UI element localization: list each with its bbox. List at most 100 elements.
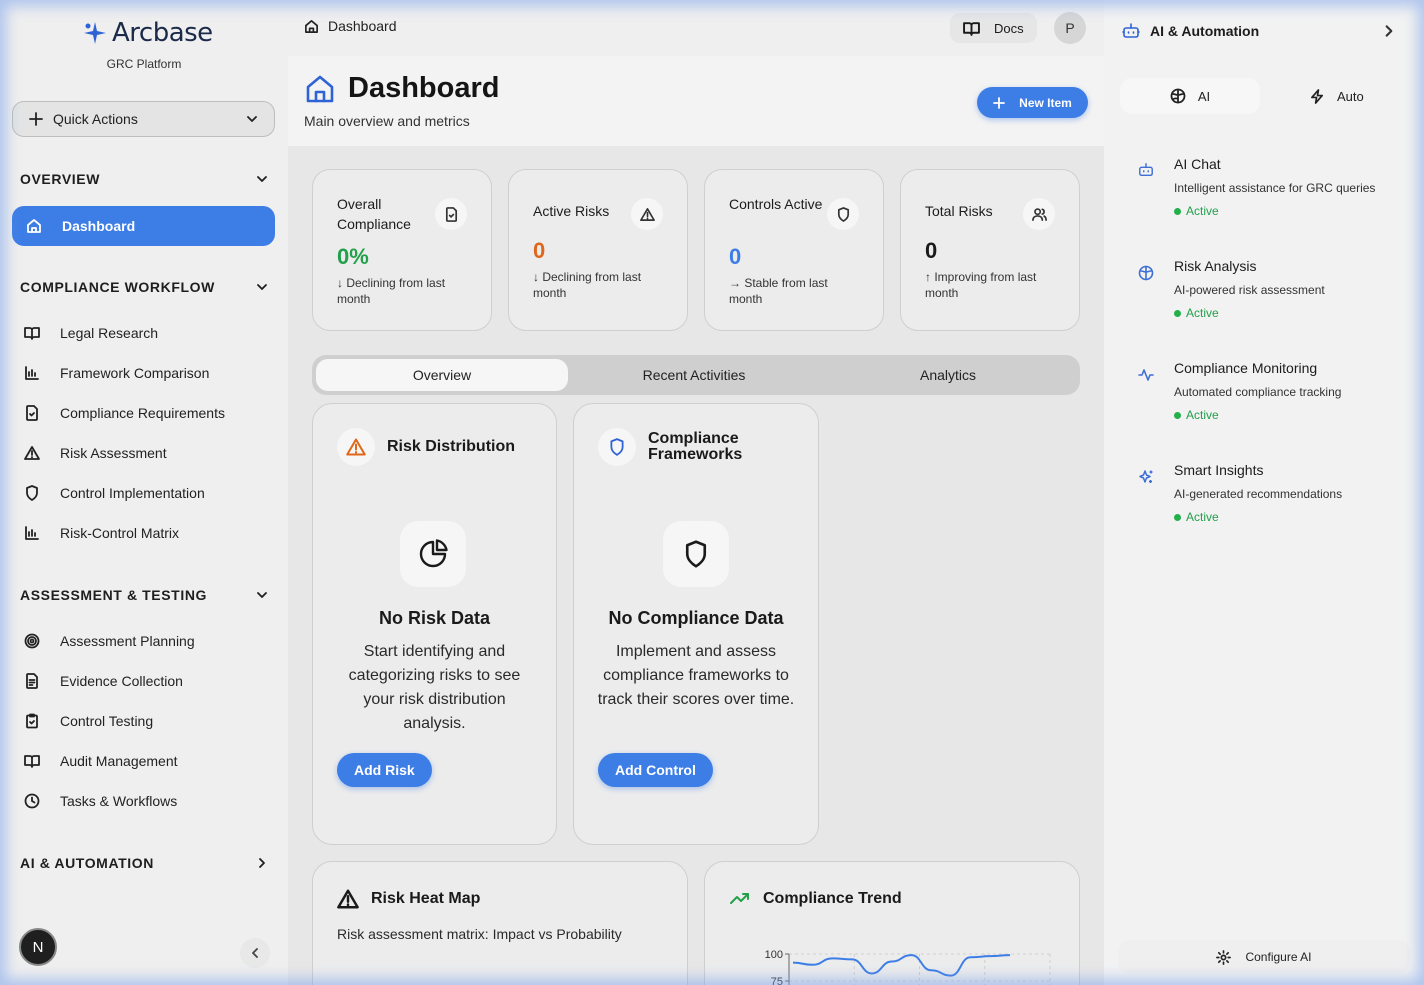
section-title: OVERVIEW	[20, 171, 101, 187]
chevron-left-icon	[252, 948, 258, 958]
feature-status: Active	[1174, 306, 1325, 320]
sidebar-item-label: Risk-Control Matrix	[60, 525, 180, 541]
collapse-panel-button[interactable]	[1382, 24, 1396, 38]
clock-icon	[24, 793, 40, 809]
book-icon	[24, 327, 40, 340]
trend-line	[792, 954, 1011, 977]
tab-overview[interactable]: Overview	[316, 359, 568, 391]
sidebar-item-risk-control-matrix[interactable]: Risk-Control Matrix	[24, 525, 179, 541]
sidebar-item-label: Framework Comparison	[60, 365, 210, 381]
top-bar: Dashboard Docs P	[288, 0, 1104, 56]
card-title: Compliance Trend	[763, 890, 902, 907]
configure-label: Configure AI	[1245, 950, 1312, 964]
sidebar-item-label: Audit Management	[60, 753, 178, 769]
feature-description: AI-generated recommendations	[1174, 487, 1343, 501]
stat-card-total-risks: Total Risks 0 ↑ Improving from last mont…	[900, 169, 1080, 331]
stat-label: Total Risks	[925, 203, 993, 219]
card-header: Risk Distribution	[337, 428, 515, 466]
y-tick-label: 75	[771, 976, 783, 985]
plus-icon	[993, 96, 1006, 109]
docs-button[interactable]: Docs	[950, 13, 1037, 43]
feature-compliance-monitoring[interactable]: Compliance Monitoring Automated complian…	[1174, 360, 1341, 422]
empty-state-text: Implement and assess compliance framewor…	[597, 643, 795, 708]
tab-analytics[interactable]: Analytics	[820, 359, 1076, 391]
chevron-down-icon	[257, 176, 267, 182]
warning-icon	[631, 198, 663, 230]
stat-value: 0	[925, 238, 938, 263]
sidebar-item-control-testing[interactable]: Control Testing	[24, 713, 153, 729]
stat-label: Active Risks	[533, 203, 610, 219]
sidebar-item-label: Control Implementation	[60, 485, 205, 501]
users-icon	[1023, 198, 1055, 230]
section-ai-automation[interactable]: AI & AUTOMATION	[20, 855, 268, 871]
section-compliance-workflow[interactable]: COMPLIANCE WORKFLOW	[20, 279, 268, 295]
sidebar-item-control-implementation[interactable]: Control Implementation	[24, 485, 205, 501]
file-text-icon	[26, 673, 38, 689]
compliance-frameworks-card: Compliance Frameworks No Compliance Data…	[573, 403, 819, 845]
feature-title: AI Chat	[1174, 156, 1221, 172]
sidebar-item-risk-assessment[interactable]: Risk Assessment	[24, 445, 167, 461]
stat-trend: ↑ Improving from last month	[925, 270, 1037, 300]
risk-heat-map-card: Risk Heat Map Risk assessment matrix: Im…	[312, 861, 688, 985]
configure-ai-button[interactable]: Configure AI	[1118, 940, 1410, 974]
new-item-label: New Item	[1019, 95, 1072, 110]
feature-risk-analysis[interactable]: Risk Analysis AI-powered risk assessment…	[1174, 258, 1325, 320]
page-subtitle: Main overview and metrics	[304, 113, 470, 129]
stat-trend: → Stable from last month	[729, 276, 828, 306]
zap-icon	[1311, 88, 1324, 104]
collapse-sidebar-button[interactable]	[240, 938, 270, 968]
stat-card-active-risks: Active Risks 0 ↓ Declining from last mon…	[508, 169, 688, 331]
new-item-button[interactable]: New Item	[977, 87, 1088, 118]
quick-actions-button[interactable]: Quick Actions	[12, 101, 275, 137]
tab-recent-activities[interactable]: Recent Activities	[568, 359, 820, 391]
feature-smart-insights[interactable]: Smart Insights AI-generated recommendati…	[1174, 462, 1342, 524]
add-control-button[interactable]: Add Control	[598, 753, 713, 787]
page-header: Dashboard Main overview and metrics New …	[288, 56, 1104, 146]
card-title: Risk Distribution	[387, 438, 516, 455]
feature-ai-chat[interactable]: AI Chat Intelligent assistance for GRC q…	[1174, 156, 1375, 218]
bot-icon	[1138, 162, 1154, 178]
bot-icon	[1122, 23, 1140, 38]
chevron-right-icon	[1385, 25, 1393, 37]
shield-icon	[598, 428, 636, 466]
tab-auto[interactable]: Auto	[1310, 78, 1364, 114]
chevron-down-icon	[257, 592, 267, 598]
section-overview[interactable]: OVERVIEW	[20, 171, 268, 187]
sidebar-item-audit-management[interactable]: Audit Management	[24, 753, 178, 769]
sidebar-item-label: Evidence Collection	[60, 673, 183, 689]
sidebar-item-framework-comparison[interactable]: Framework Comparison	[24, 365, 209, 381]
user-avatar[interactable]: N	[19, 928, 57, 966]
add-risk-button[interactable]: Add Risk	[337, 753, 432, 787]
status-label: Active	[1186, 204, 1219, 218]
clipboard-check-icon	[26, 713, 38, 729]
risk-distribution-card: Risk Distribution No Risk Data Start ide…	[312, 403, 557, 845]
empty-state-title: No Risk Data	[378, 608, 491, 628]
file-check-icon	[26, 405, 38, 421]
chevron-down-icon	[247, 116, 257, 122]
brand-logo[interactable]: Arcbase	[82, 18, 213, 48]
panel-tabs: AI Auto	[1120, 78, 1408, 114]
sidebar-item-dashboard[interactable]: Dashboard	[12, 206, 275, 246]
feature-status: Active	[1174, 510, 1342, 524]
book-icon	[24, 755, 40, 768]
chevron-down-icon	[257, 284, 267, 290]
sidebar-item-assessment-planning[interactable]: Assessment Planning	[24, 633, 195, 649]
card-title: Compliance Frameworks	[648, 430, 743, 463]
tab-ai[interactable]: AI	[1120, 78, 1260, 114]
section-title: COMPLIANCE WORKFLOW	[20, 279, 215, 295]
sidebar-item-legal-research[interactable]: Legal Research	[24, 325, 158, 341]
section-assessment-testing[interactable]: ASSESSMENT & TESTING	[20, 587, 268, 603]
card-subtitle: Risk assessment matrix: Impact vs Probab…	[337, 926, 622, 942]
stat-card-controls-active: Controls Active 0 → Stable from last mon…	[704, 169, 884, 331]
brain-icon	[1138, 265, 1154, 281]
tab-label: AI	[1197, 88, 1211, 104]
empty-state-text: Start identifying and categorizing risks…	[348, 643, 521, 732]
sidebar-item-tasks-workflows[interactable]: Tasks & Workflows	[24, 793, 177, 809]
sidebar-item-evidence-collection[interactable]: Evidence Collection	[24, 673, 183, 689]
shield-icon	[663, 521, 729, 587]
docs-label: Docs	[994, 20, 1024, 36]
sidebar-item-label: Assessment Planning	[60, 633, 195, 649]
sidebar-item-compliance-requirements[interactable]: Compliance Requirements	[24, 405, 225, 421]
user-avatar[interactable]: P	[1054, 12, 1086, 44]
breadcrumb[interactable]: Dashboard	[304, 18, 397, 34]
